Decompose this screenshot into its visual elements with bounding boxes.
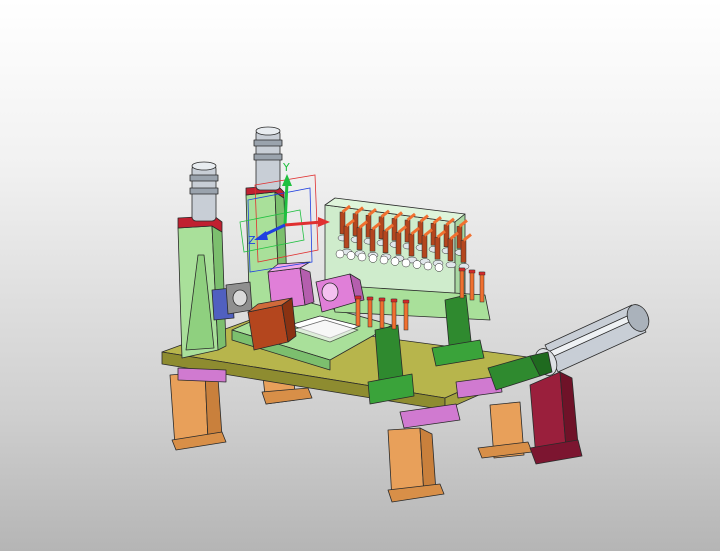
left-clamp-tower — [177, 215, 227, 359]
support-leg-left-front — [169, 371, 227, 451]
linear-rail-rear — [177, 367, 227, 383]
left-clamp-cylinder — [189, 161, 219, 222]
z-axis-label: Z — [248, 234, 256, 247]
support-leg-right-rear — [477, 401, 533, 459]
cad-3d-viewport[interactable]: Y Z — [0, 0, 720, 551]
cylinder-stand — [529, 371, 583, 465]
support-leg-right-front — [387, 427, 445, 503]
fixture-assembly-model[interactable]: Y Z — [0, 0, 720, 551]
center-clamp-cylinder — [253, 126, 283, 191]
y-axis-arrow[interactable] — [283, 181, 289, 226]
x-axis-arrow[interactable] — [284, 220, 323, 227]
y-axis-label: Y — [282, 161, 290, 174]
